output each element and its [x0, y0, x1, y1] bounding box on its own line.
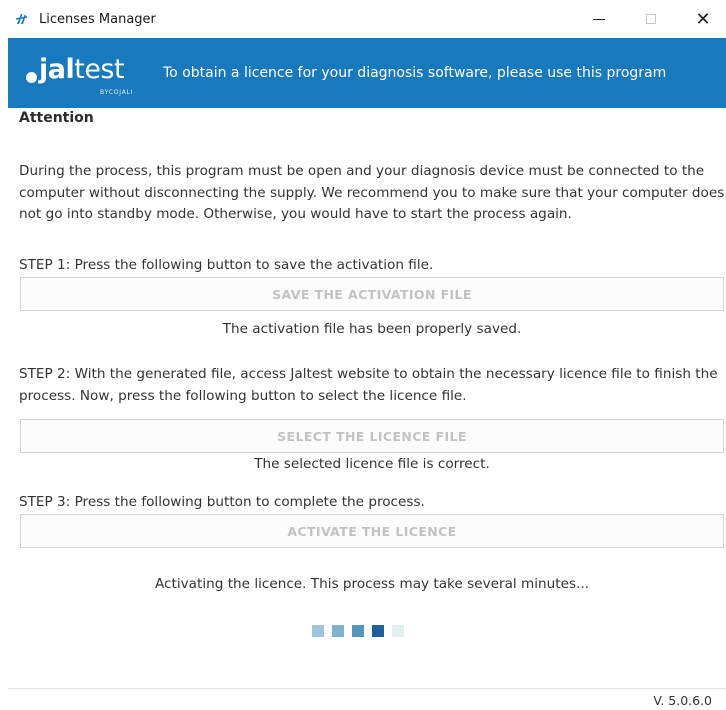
activate-licence-button[interactable]: ACTIVATE THE LICENCE: [20, 514, 724, 548]
loader-square-4: [372, 625, 384, 637]
save-activation-file-button[interactable]: SAVE THE ACTIVATION FILE: [20, 277, 724, 311]
logo-wordmark: jaltest: [39, 54, 125, 85]
maximize-button[interactable]: [628, 0, 674, 38]
loader-square-2: [332, 625, 344, 637]
header-banner: jaltest BYCOJALI To obtain a licence for…: [8, 38, 726, 108]
title-bar[interactable]: Licenses Manager ✕: [8, 0, 726, 38]
attention-heading: Attention: [19, 110, 94, 126]
logo-dot-icon: [26, 72, 37, 83]
step2-status: The selected licence file is correct.: [254, 456, 490, 472]
step1-text: STEP 1: Press the following button to sa…: [19, 257, 434, 273]
maximize-icon: [646, 14, 656, 24]
window-title: Licenses Manager: [39, 11, 156, 27]
minimize-icon: [593, 18, 605, 20]
footer-divider: [8, 688, 726, 689]
loader-square-5: [392, 625, 404, 637]
jaltest-app-icon: [14, 11, 30, 27]
logo-byline: BYCOJALI: [100, 89, 134, 96]
close-button[interactable]: ✕: [680, 0, 726, 38]
minimize-button[interactable]: [576, 0, 622, 38]
licenses-manager-window: Licenses Manager ✕ jaltest BYCOJALI To o…: [8, 0, 726, 710]
close-icon: ✕: [695, 8, 711, 30]
loader-square-3: [352, 625, 364, 637]
step3-text: STEP 3: Press the following button to co…: [19, 494, 425, 510]
version-label: V. 5.0.6.0: [653, 693, 712, 708]
instructions-paragraph: During the process, this program must be…: [19, 163, 725, 222]
select-licence-file-button[interactable]: SELECT THE LICENCE FILE: [20, 419, 724, 453]
step3-status: Activating the licence. This process may…: [155, 576, 589, 592]
step2-text: STEP 2: With the generated file, access …: [19, 366, 718, 404]
step1-status: The activation file has been properly sa…: [222, 321, 522, 337]
loading-indicator: [312, 625, 404, 637]
banner-message: To obtain a licence for your diagnosis s…: [163, 65, 667, 81]
loader-square-1: [312, 625, 324, 637]
jaltest-logo: jaltest BYCOJALI: [22, 48, 156, 98]
